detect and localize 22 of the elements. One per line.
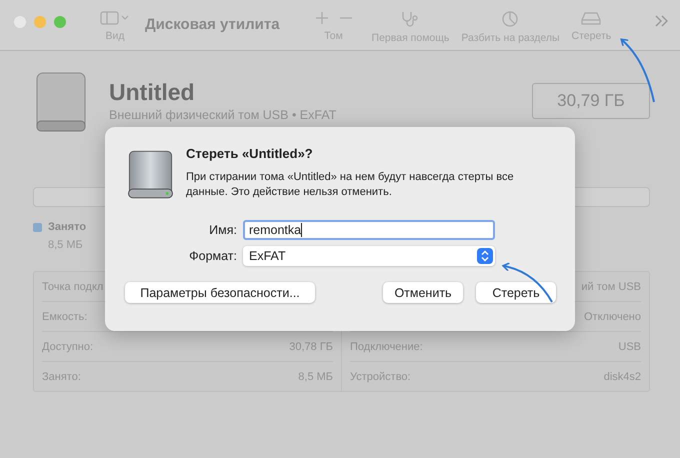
dialog-title: Стереть «Untitled»?: [186, 146, 314, 161]
dialog-message: При стирании тома «Untitled» на нем будут навсегда стерты все данные. Это действие нельзя отменить.: [186, 170, 515, 200]
pie-chart-icon: [501, 10, 520, 28]
minimize-button[interactable]: [34, 16, 46, 28]
name-label: Имя:: [208, 223, 237, 237]
stepper-icon: [477, 248, 493, 264]
volume-name: Untitled: [109, 79, 196, 106]
window-title: Дисковая утилита: [145, 16, 280, 33]
plus-minus-icon: [316, 10, 352, 26]
volume-description: Внешний физический том USB • ExFAT: [109, 108, 336, 122]
sidebar-icon: [100, 10, 130, 26]
dialog-button[interactable]: Стереть: [476, 282, 556, 303]
zoom-button[interactable]: [54, 16, 66, 28]
drive-icon: [580, 10, 602, 26]
format-dropdown[interactable]: ExFAT: [243, 246, 495, 266]
volume-size: 30,79 ГБ: [532, 83, 650, 119]
legend-label: Занято: [48, 221, 86, 233]
stethoscope-icon: [400, 10, 420, 28]
dialog-button[interactable]: Параметры безопасности...: [125, 282, 315, 303]
format-label: Формат:: [188, 249, 237, 263]
dialog-button[interactable]: Отменить: [383, 282, 463, 303]
name-field[interactable]: remontka: [243, 220, 495, 240]
